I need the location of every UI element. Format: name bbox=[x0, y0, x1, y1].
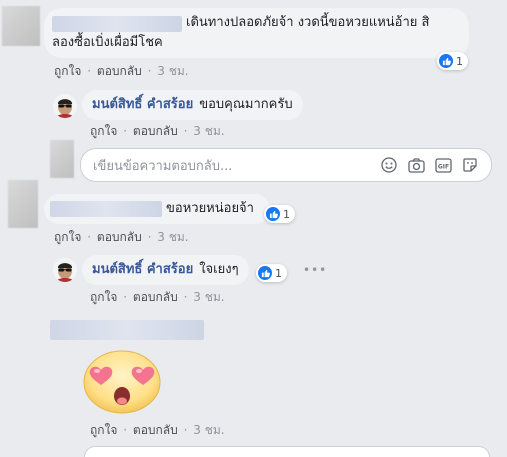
reaction-count-text: 1 bbox=[283, 207, 290, 221]
reply-link[interactable]: ตอบกลับ bbox=[97, 64, 142, 78]
separator: · bbox=[183, 290, 188, 304]
sticker-icon[interactable] bbox=[461, 156, 479, 174]
comment-actions: ถูกใจ · ตอบกลับ · 3 ชม. bbox=[54, 62, 189, 81]
comment-actions: ถูกใจ · ตอบกลับ · 3 ชม. bbox=[54, 228, 189, 247]
separator: · bbox=[123, 423, 128, 437]
comment-text-line1: เดินทางปลอดภัยจ้า งวดนี้ขอหวยแหน่อ้าย สิ bbox=[186, 15, 430, 30]
reply-text: ขอบคุณมากครับ bbox=[199, 97, 293, 112]
owner-avatar[interactable] bbox=[53, 94, 77, 118]
like-link[interactable]: ถูกใจ bbox=[90, 423, 117, 437]
timestamp[interactable]: 3 ชม. bbox=[193, 423, 224, 437]
commenter-avatar[interactable] bbox=[2, 6, 40, 46]
emoji-icon[interactable] bbox=[380, 156, 398, 174]
reply-author[interactable]: มนต์สิทธิ์ คำสร้อย bbox=[92, 261, 193, 279]
reaction-count-text: 1 bbox=[456, 54, 463, 68]
reply-link[interactable]: ตอบกลับ bbox=[133, 423, 178, 437]
reply-bubble: มนต์สิทธิ์ คำสร้อย ใจเยงๆ bbox=[82, 255, 249, 285]
separator: · bbox=[123, 124, 128, 138]
separator: · bbox=[183, 124, 188, 138]
reply-bubble: มนต์สิทธิ์ คำสร้อย ขอบคุณมากครับ bbox=[82, 90, 303, 120]
owner-avatar-image bbox=[53, 94, 77, 118]
svg-text:GIF: GIF bbox=[437, 163, 448, 170]
separator: · bbox=[87, 230, 92, 244]
separator: · bbox=[87, 64, 92, 78]
more-options-icon[interactable]: ••• bbox=[303, 263, 327, 277]
comment-actions: ถูกใจ · ตอบกลับ · 3 ชม. bbox=[90, 421, 225, 440]
like-link[interactable]: ถูกใจ bbox=[54, 230, 81, 244]
reply-link[interactable]: ตอบกลับ bbox=[133, 124, 178, 138]
reply-actions: ถูกใจ · ตอบกลับ · 3 ชม. bbox=[90, 122, 225, 141]
owner-avatar[interactable] bbox=[53, 258, 77, 282]
like-reaction-icon bbox=[258, 266, 272, 280]
reply-input-placeholder: เขียนข้อความตอบกลับ... bbox=[93, 158, 233, 174]
separator: · bbox=[147, 64, 152, 78]
reaction-count[interactable]: 1 bbox=[264, 205, 295, 223]
reply-input-field[interactable]: เขียนข้อความตอบกลับ... GIF bbox=[80, 148, 492, 182]
comment-text-line2: ลองซื้อเบิ่งเผื่อมีโชค bbox=[52, 35, 163, 50]
separator: · bbox=[123, 290, 128, 304]
commenter-avatar[interactable] bbox=[8, 180, 38, 228]
like-link[interactable]: ถูกใจ bbox=[54, 64, 81, 78]
commenter-name-blurred[interactable] bbox=[50, 201, 162, 217]
separator: · bbox=[147, 230, 152, 244]
reaction-count[interactable]: 1 bbox=[256, 264, 287, 282]
my-avatar bbox=[50, 140, 74, 178]
like-link[interactable]: ถูกใจ bbox=[90, 124, 117, 138]
reply-author[interactable]: มนต์สิทธิ์ คำสร้อย bbox=[92, 96, 193, 114]
timestamp[interactable]: 3 ชม. bbox=[193, 290, 224, 304]
commenter-name-blurred[interactable] bbox=[52, 16, 182, 32]
timestamp[interactable]: 3 ชม. bbox=[157, 64, 188, 78]
like-reaction-icon bbox=[266, 207, 280, 221]
reply-input-partial[interactable] bbox=[84, 446, 490, 457]
comment-text: ขอหวยหน่อยจ้า bbox=[166, 201, 254, 216]
comment-bubble: เดินทางปลอดภัยจ้า งวดนี้ขอหวยแหน่อ้าย สิ… bbox=[44, 8, 469, 58]
like-link[interactable]: ถูกใจ bbox=[90, 290, 117, 304]
reply-link[interactable]: ตอบกลับ bbox=[133, 290, 178, 304]
camera-icon[interactable] bbox=[407, 156, 425, 174]
timestamp[interactable]: 3 ชม. bbox=[193, 124, 224, 138]
separator: · bbox=[183, 423, 188, 437]
gif-icon[interactable]: GIF bbox=[434, 156, 452, 174]
reaction-count-text: 1 bbox=[275, 266, 282, 280]
reply-actions: ถูกใจ · ตอบกลับ · 3 ชม. bbox=[90, 288, 225, 307]
owner-avatar-image bbox=[53, 258, 77, 282]
commenter-name-blurred[interactable] bbox=[50, 320, 204, 340]
reaction-count[interactable]: 1 bbox=[437, 52, 468, 70]
heart-eyes-sticker bbox=[82, 346, 162, 414]
comment-bubble: ขอหวยหน่อยจ้า bbox=[44, 194, 270, 224]
like-reaction-icon bbox=[439, 54, 453, 68]
timestamp[interactable]: 3 ชม. bbox=[157, 230, 188, 244]
reply-text: ใจเยงๆ bbox=[199, 262, 239, 277]
reply-link[interactable]: ตอบกลับ bbox=[97, 230, 142, 244]
